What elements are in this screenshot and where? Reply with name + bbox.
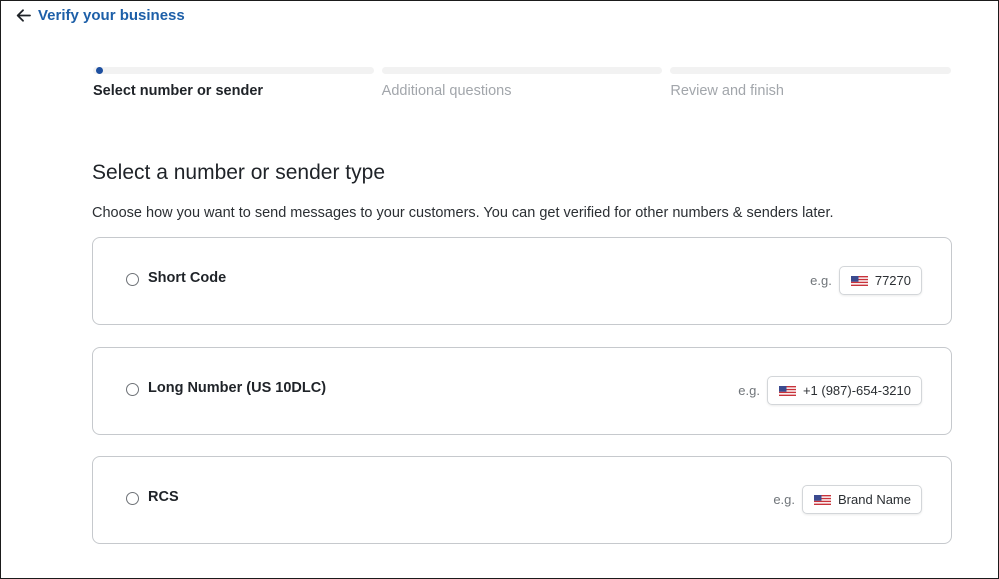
step-label: Review and finish	[670, 83, 784, 99]
step-progress-bar	[93, 67, 374, 74]
step-select-number: Select number or sender	[93, 67, 374, 99]
page-description: Choose how you want to send messages to …	[92, 205, 834, 221]
example-chip: 77270	[838, 266, 922, 295]
us-flag-icon	[850, 275, 868, 286]
step-progress-bar	[381, 67, 663, 74]
window-frame: Verify your business Select number or se…	[0, 0, 999, 579]
step-current-dot	[96, 67, 103, 74]
progress-stepper: Select number or sender Additional quest…	[93, 67, 952, 99]
option-example: e.g. +1 (987)-654-3210	[738, 376, 922, 405]
back-link[interactable]: Verify your business	[16, 7, 185, 24]
step-review-finish: Review and finish	[670, 67, 952, 99]
example-prefix: e.g.	[738, 383, 760, 398]
option-label: RCS	[148, 489, 179, 505]
radio-long-number[interactable]	[126, 383, 139, 396]
step-label: Select number or sender	[93, 83, 264, 99]
back-link-label: Verify your business	[38, 7, 185, 24]
us-flag-icon	[814, 494, 832, 505]
option-label: Long Number (US 10DLC)	[148, 380, 327, 396]
option-label: Short Code	[148, 270, 227, 286]
option-example: e.g. Brand Name	[773, 485, 922, 514]
option-card-long-number[interactable]: Long Number (US 10DLC) e.g. +1 (987)-654…	[92, 347, 952, 435]
option-card-short-code[interactable]: Short Code e.g. 77270	[92, 237, 952, 325]
step-label: Additional questions	[381, 83, 512, 99]
option-card-rcs[interactable]: RCS e.g. Brand Name	[92, 456, 952, 544]
example-value: Brand Name	[838, 492, 911, 507]
example-chip: +1 (987)-654-3210	[766, 376, 922, 405]
page-title: Select a number or sender type	[92, 161, 385, 184]
example-prefix: e.g.	[810, 273, 832, 288]
example-value: 77270	[874, 273, 911, 288]
us-flag-icon	[778, 385, 796, 396]
radio-short-code[interactable]	[126, 273, 139, 286]
step-progress-bar	[670, 67, 952, 74]
example-chip: Brand Name	[802, 485, 922, 514]
example-value: +1 (987)-654-3210	[802, 383, 911, 398]
radio-rcs[interactable]	[126, 492, 139, 505]
arrow-left-icon	[16, 9, 31, 22]
step-additional-questions: Additional questions	[381, 67, 663, 99]
example-prefix: e.g.	[773, 492, 796, 507]
option-example: e.g. 77270	[810, 266, 922, 295]
